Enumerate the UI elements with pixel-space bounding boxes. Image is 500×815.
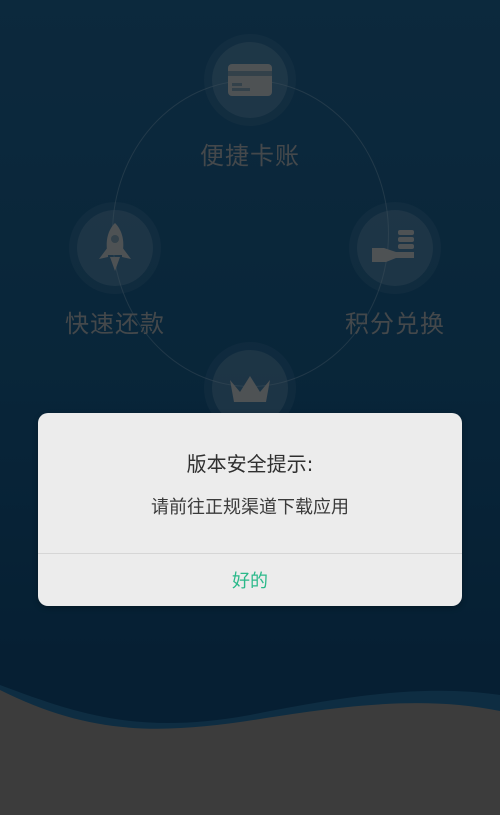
dialog-overlay[interactable]: [0, 0, 500, 815]
dialog-message: 请前往正规渠道下载应用: [151, 497, 349, 518]
security-alert-dialog: 版本安全提示: 请前往正规渠道下载应用 好的: [38, 413, 462, 606]
ok-button[interactable]: 好的: [38, 554, 462, 606]
dialog-title: 版本安全提示:: [186, 452, 314, 476]
